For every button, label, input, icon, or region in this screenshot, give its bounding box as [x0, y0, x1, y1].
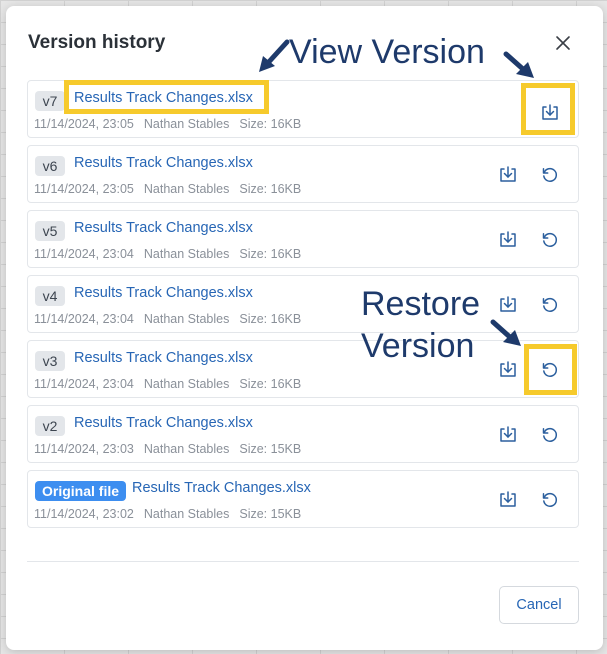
view-version-button[interactable] [493, 485, 523, 515]
restore-icon [542, 492, 558, 507]
version-date: 11/14/2024, 23:04 [34, 247, 134, 261]
restore-version-button[interactable] [535, 225, 565, 255]
version-filename-link[interactable]: Results Track Changes.xlsx [74, 415, 253, 431]
version-author: Nathan Stables [143, 507, 230, 521]
version-meta: 11/14/2024, 23:02 Nathan Stables Size: 15K… [34, 507, 311, 521]
version-size: Size: 16KB [239, 117, 302, 131]
close-icon [556, 36, 570, 50]
restore-version-button[interactable] [535, 160, 565, 190]
restore-version-button[interactable] [535, 290, 565, 320]
version-meta: 11/14/2024, 23:04 Nathan Stables Size: 16K… [34, 247, 311, 261]
version-date: 11/14/2024, 23:02 [34, 507, 134, 521]
view-version-button[interactable] [493, 420, 523, 450]
download-view-icon [542, 104, 558, 120]
footer-divider [27, 561, 579, 562]
version-badge: v3 [35, 351, 65, 371]
view-version-button[interactable] [493, 160, 523, 190]
restore-icon [542, 362, 558, 377]
version-size: Size: 15KB [239, 442, 302, 456]
version-size: Size: 15KB [239, 507, 302, 521]
version-date: 11/14/2024, 23:03 [34, 442, 134, 456]
version-meta: 11/14/2024, 23:03 Nathan Stables Size: 15K… [34, 442, 311, 456]
version-badge: v6 [35, 156, 65, 176]
restore-icon [542, 232, 558, 247]
version-row: v2 Results Track Changes.xlsx 11/14/2024, … [27, 405, 579, 463]
restore-version-annotation-line1: Restore [361, 285, 481, 323]
version-date: 11/14/2024, 23:04 [34, 377, 134, 391]
version-filename-link[interactable]: Results Track Changes.xlsx [74, 90, 253, 106]
download-view-icon [500, 491, 516, 507]
version-author: Nathan Stables [143, 117, 230, 131]
version-author: Nathan Stables [143, 182, 230, 196]
version-author: Nathan Stables [143, 247, 230, 261]
restore-icon [542, 427, 558, 442]
download-view-icon [500, 361, 516, 377]
cancel-button[interactable]: Cancel [499, 586, 579, 624]
version-filename-link[interactable]: Results Track Changes.xlsx [74, 350, 253, 366]
version-meta: 11/14/2024, 23:05 Nathan Stables Size: 16K… [34, 117, 311, 131]
arrow-to-restore-button-icon [490, 319, 521, 346]
version-date: 11/14/2024, 23:05 [34, 182, 134, 196]
restore-version-button[interactable] [535, 355, 565, 385]
version-row: v5 Results Track Changes.xlsx 11/14/2024, … [27, 210, 579, 268]
version-row: v7 Results Track Changes.xlsx 11/14/2024, … [27, 80, 579, 138]
restore-icon [542, 167, 558, 182]
download-view-icon [500, 166, 516, 182]
version-badge: v4 [35, 286, 65, 306]
download-view-icon [500, 231, 516, 247]
version-size: Size: 16KB [239, 377, 302, 391]
view-version-button[interactable] [535, 98, 565, 128]
download-view-icon [500, 426, 516, 442]
version-date: 11/14/2024, 23:04 [34, 312, 134, 326]
version-size: Size: 16KB [239, 312, 302, 326]
view-version-button[interactable] [493, 355, 523, 385]
version-author: Nathan Stables [143, 377, 230, 391]
restore-version-button[interactable] [535, 485, 565, 515]
version-filename-link[interactable]: Results Track Changes.xlsx [132, 480, 311, 496]
version-badge: Original file [35, 481, 127, 501]
version-filename-link[interactable]: Results Track Changes.xlsx [74, 285, 253, 301]
arrow-to-filename-icon [259, 39, 290, 72]
version-author: Nathan Stables [143, 442, 230, 456]
version-row: v6 Results Track Changes.xlsx 11/14/2024, … [27, 145, 579, 203]
version-badge: v5 [35, 221, 65, 241]
version-row: Original file Results Track Changes.xlsx 1… [27, 470, 579, 528]
version-size: Size: 16KB [239, 247, 302, 261]
version-author: Nathan Stables [143, 312, 230, 326]
version-size: Size: 16KB [239, 182, 302, 196]
restore-version-annotation-line2: Version [361, 327, 475, 365]
download-view-icon [500, 296, 516, 312]
arrow-to-view-button-icon [503, 51, 534, 78]
view-version-button[interactable] [493, 225, 523, 255]
version-filename-link[interactable]: Results Track Changes.xlsx [74, 220, 253, 236]
version-meta: 11/14/2024, 23:05 Nathan Stables Size: 16K… [34, 182, 311, 196]
version-meta: 11/14/2024, 23:04 Nathan Stables Size: 16K… [34, 377, 311, 391]
version-meta: 11/14/2024, 23:04 Nathan Stables Size: 16K… [34, 312, 311, 326]
restore-version-button[interactable] [535, 420, 565, 450]
restore-icon [542, 297, 558, 312]
view-version-annotation: View Version [289, 33, 485, 71]
dialog-title: Version history [28, 32, 166, 53]
version-badge: v2 [35, 416, 65, 436]
version-filename-link[interactable]: Results Track Changes.xlsx [74, 155, 253, 171]
close-button[interactable] [552, 32, 574, 54]
version-date: 11/14/2024, 23:05 [34, 117, 134, 131]
version-badge: v7 [35, 91, 65, 111]
